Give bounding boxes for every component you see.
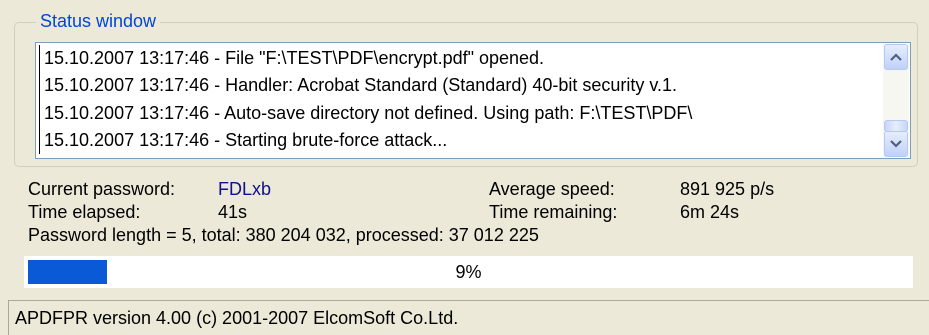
log-line[interactable]: 15.10.2007 13:17:46 - Starting brute-for…: [39, 126, 879, 155]
main-window: Status window 15.10.2007 13:17:46 - File…: [0, 0, 929, 335]
scroll-down-button[interactable]: [884, 131, 908, 157]
time-elapsed-value: 41s: [218, 202, 248, 222]
average-speed-value: 891 925 p/s: [680, 179, 775, 199]
time-remaining-label: Time remaining:: [489, 202, 618, 222]
status-window-title: Status window: [36, 10, 161, 32]
chevron-up-icon: [890, 53, 902, 61]
scroll-up-button[interactable]: [884, 44, 908, 70]
progress-bar: 9%: [24, 256, 913, 288]
password-summary: Password length = 5, total: 380 204 032,…: [28, 225, 539, 245]
time-elapsed-label: Time elapsed:: [28, 202, 141, 222]
chevron-down-icon: [890, 140, 902, 148]
status-bar-text: APDFPR version 4.00 (c) 2001-2007 ElcomS…: [15, 308, 459, 328]
current-password-label: Current password:: [28, 179, 176, 199]
log-line[interactable]: 15.10.2007 13:17:46 - File "F:\TEST\PDF\…: [39, 45, 879, 73]
log-line[interactable]: 15.10.2007 13:17:46 - Handler: Acrobat S…: [39, 72, 879, 100]
status-log-lines: 15.10.2007 13:17:46 - File "F:\TEST\PDF\…: [39, 45, 879, 156]
current-password-value: FDLxb: [218, 179, 272, 199]
log-scrollbar[interactable]: [883, 44, 909, 157]
time-remaining-value: 6m 24s: [680, 202, 740, 222]
average-speed-label: Average speed:: [489, 179, 615, 199]
progress-percent-text: 9%: [455, 262, 482, 282]
log-line[interactable]: 15.10.2007 13:17:46 - Auto-save director…: [39, 99, 879, 127]
status-log-listbox[interactable]: 15.10.2007 13:17:46 - File "F:\TEST\PDF\…: [35, 42, 911, 159]
status-bar: APDFPR version 4.00 (c) 2001-2007 ElcomS…: [8, 300, 929, 335]
